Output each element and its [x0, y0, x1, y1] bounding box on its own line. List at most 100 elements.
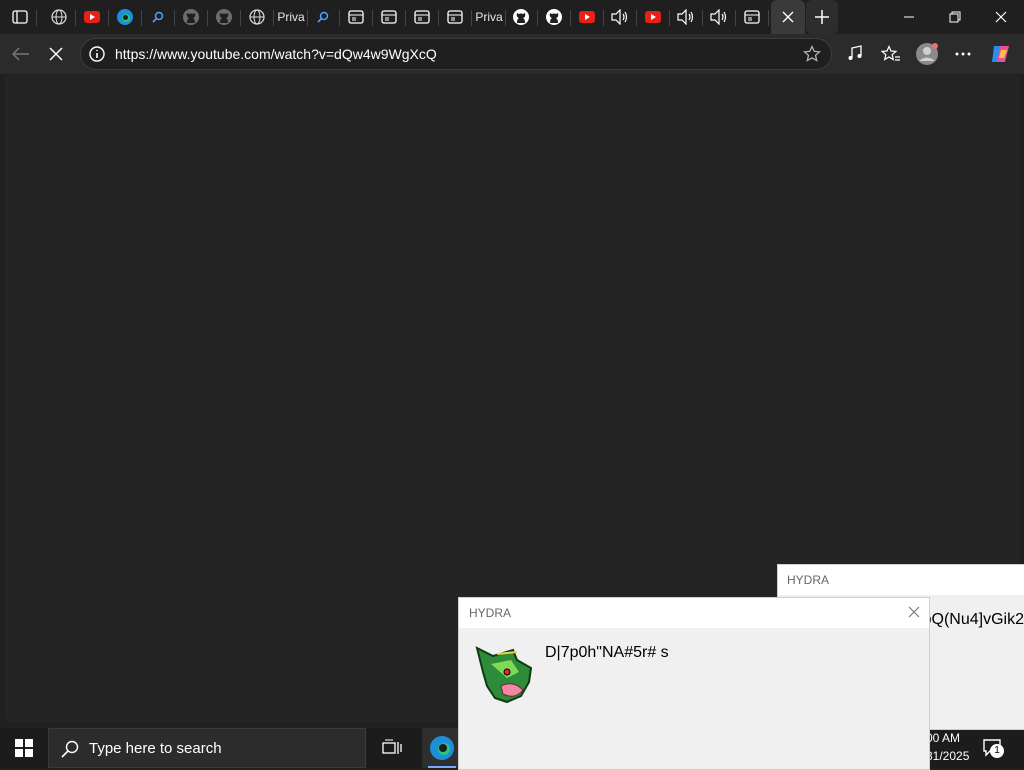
browser-tab[interactable]: [209, 4, 241, 30]
tab-separator: [207, 10, 208, 26]
notification-button[interactable]: 1: [982, 738, 1006, 760]
close-icon[interactable]: [908, 606, 920, 618]
favorite-star-icon[interactable]: [803, 45, 821, 63]
browser-tab[interactable]: [176, 4, 208, 30]
more-options-button[interactable]: [948, 39, 978, 69]
site-info-icon[interactable]: [89, 46, 105, 62]
browser-tab[interactable]: [638, 4, 670, 30]
restore-button[interactable]: [932, 0, 978, 34]
browser-tab[interactable]: [308, 4, 340, 30]
address-bar[interactable]: https://www.youtube.com/watch?v=dQw4w9Wg…: [80, 38, 832, 70]
browser-tab[interactable]: [407, 4, 439, 30]
hydra-dialog[interactable]: HYDRA D|7p0h"NA#5r# s: [458, 597, 930, 770]
clock-time[interactable]: 00 AM: [926, 731, 960, 745]
tab-separator: [636, 10, 637, 26]
github-icon: [545, 8, 563, 26]
tab-separator: [603, 10, 604, 26]
rayquaza-sprite-icon: [475, 646, 533, 704]
tab-separator: [537, 10, 538, 26]
tab-separator: [702, 10, 703, 26]
new-tab-button[interactable]: [806, 0, 838, 34]
tab-separator: [372, 10, 373, 26]
tab-separator: [339, 10, 340, 26]
search-icon: [152, 11, 164, 23]
close-tab-icon[interactable]: [782, 11, 794, 23]
notification-badge: 1: [990, 744, 1004, 758]
taskbar-edge[interactable]: [422, 728, 462, 768]
youtube-icon: [84, 11, 100, 23]
browser-tab[interactable]: [5, 4, 37, 30]
edge-icon: [430, 736, 454, 760]
tab-separator: [36, 10, 37, 26]
favorites-button[interactable]: [876, 39, 906, 69]
tab-separator: [735, 10, 736, 26]
dialog-titlebar[interactable]: [459, 598, 929, 628]
browser-tab[interactable]: [671, 4, 703, 30]
github-icon: [182, 8, 200, 26]
minimize-button[interactable]: [886, 0, 932, 34]
dialog-title: HYDRA: [469, 606, 512, 620]
taskbar-search[interactable]: Type here to search: [48, 728, 366, 768]
browser-tab[interactable]: [572, 4, 604, 30]
page-icon: [348, 10, 364, 24]
page-icon: [447, 10, 463, 24]
browser-toolbar: https://www.youtube.com/watch?v=dQw4w9Wg…: [0, 34, 1024, 74]
active-tab[interactable]: [771, 0, 805, 34]
browser-tab[interactable]: [374, 4, 406, 30]
browser-tab[interactable]: [506, 4, 538, 30]
tab-title: Priva: [277, 10, 305, 24]
close-window-button[interactable]: [978, 0, 1024, 34]
github-icon: [512, 8, 530, 26]
page-icon: [414, 10, 430, 24]
speaker-icon: [611, 9, 629, 25]
speaker-icon: [677, 9, 695, 25]
page-icon: [744, 10, 760, 24]
close-icon: [995, 11, 1007, 23]
back-arrow-icon: [12, 47, 29, 61]
task-view-icon: [382, 739, 402, 754]
tab-title: Priva: [475, 10, 503, 24]
globe-icon: [51, 9, 67, 25]
browser-tab[interactable]: [440, 4, 472, 30]
browser-tab[interactable]: [242, 4, 274, 30]
browser-tab[interactable]: [77, 4, 109, 30]
tab-separator: [75, 10, 76, 26]
profile-button[interactable]: [912, 39, 942, 69]
tab-separator: [768, 10, 769, 26]
search-placeholder: Type here to search: [89, 740, 222, 757]
browser-tab[interactable]: [539, 4, 571, 30]
plus-icon: [815, 10, 829, 24]
restore-icon: [949, 11, 961, 23]
browser-tab[interactable]: [704, 4, 736, 30]
tab-separator: [141, 10, 142, 26]
tab-separator: [471, 10, 472, 26]
url-text: https://www.youtube.com/watch?v=dQw4w9Wg…: [115, 46, 437, 62]
start-button[interactable]: [0, 728, 48, 768]
music-icon: [848, 45, 862, 60]
task-view-button[interactable]: [376, 728, 408, 768]
tab-strip: Priva Priva: [0, 0, 1024, 34]
tab-actions-icon: [12, 10, 28, 24]
tab-separator: [438, 10, 439, 26]
windows-logo-icon: [15, 739, 33, 757]
dialog-title: HYDRA: [787, 573, 830, 587]
browser-tab[interactable]: [143, 4, 175, 30]
tab-separator: [240, 10, 241, 26]
browser-tab[interactable]: [44, 4, 76, 30]
copilot-button[interactable]: [986, 39, 1016, 69]
clock-date[interactable]: 31/2025: [926, 749, 969, 763]
browser-tab[interactable]: Priva: [276, 4, 308, 30]
browser-tab[interactable]: [341, 4, 373, 30]
youtube-icon: [579, 11, 595, 23]
browser-tab[interactable]: [737, 4, 769, 30]
search-icon: [317, 11, 329, 23]
browser-tab[interactable]: [110, 4, 142, 30]
speaker-icon: [710, 9, 728, 25]
back-button[interactable]: [6, 39, 36, 69]
browser-tab[interactable]: [605, 4, 637, 30]
browser-tab[interactable]: Priva: [474, 4, 506, 30]
media-control-button[interactable]: [840, 39, 870, 69]
page-icon: [381, 10, 397, 24]
tab-separator: [174, 10, 175, 26]
stop-loading-button[interactable]: [41, 39, 71, 69]
